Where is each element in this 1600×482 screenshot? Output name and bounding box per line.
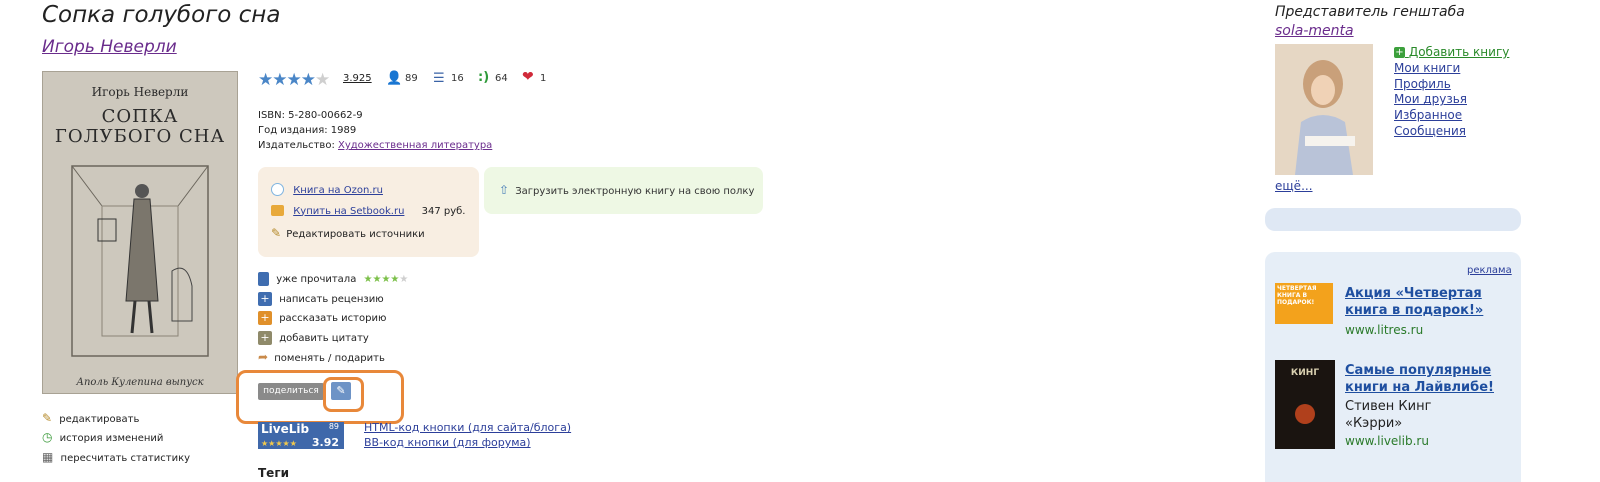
setbook-price: 347 руб. xyxy=(421,205,466,217)
book-icon xyxy=(258,272,269,286)
isbn: ISBN: 5-280-00662-9 xyxy=(258,110,363,121)
my-books-link[interactable]: Мои книги xyxy=(1394,61,1509,77)
ad-thumb-text: ЧЕТВЕРТАЯ КНИГА В ПОДАРОК! xyxy=(1277,285,1317,306)
edit-sources-row[interactable]: ✎ Редактировать источники xyxy=(271,226,425,240)
cover-publisher: Аполь Кулепина выпуск xyxy=(76,377,204,388)
publisher-link[interactable]: Художественная литература xyxy=(338,140,492,151)
setbook-link[interactable]: Купить на Setbook.ru xyxy=(293,206,404,217)
setbook-row[interactable]: Купить на Setbook.ru 347 руб. xyxy=(271,205,466,217)
publisher-label: Издательство: xyxy=(258,140,335,151)
plus-icon: + xyxy=(1394,47,1405,58)
avatar[interactable] xyxy=(1275,44,1373,175)
html-code-link[interactable]: HTML-код кнопки (для сайта/блога) xyxy=(364,421,571,434)
ozon-link[interactable]: Книга на Ozon.ru xyxy=(293,185,383,196)
read-status-row[interactable]: уже прочитала ★★★★★ xyxy=(258,272,408,286)
calculator-icon: ▦ xyxy=(42,450,54,464)
rating-value[interactable]: 3.925 xyxy=(343,73,372,84)
ad-url[interactable]: www.litres.ru xyxy=(1345,323,1423,337)
ad-title[interactable]: Самые популярные книги на Лайвлибе! xyxy=(1345,362,1513,396)
likes-count: 1 xyxy=(540,73,547,84)
readers-icon: 👤 xyxy=(386,71,403,86)
recount-row[interactable]: ▦ пересчитать статистику xyxy=(42,450,190,464)
cover-illustration xyxy=(71,165,209,357)
profile-link[interactable]: Профиль xyxy=(1394,77,1509,93)
messages-link[interactable]: Сообщения xyxy=(1394,124,1509,140)
livelib-badge-score: 3.92 xyxy=(311,436,339,449)
ad-thumb-litres[interactable]: ЧЕТВЕРТАЯ КНИГА В ПОДАРОК! xyxy=(1275,283,1333,324)
tell-story-row[interactable]: + рассказать историю xyxy=(258,311,386,325)
history-icon: ◷ xyxy=(42,430,53,444)
upload-row[interactable]: ⇧ Загрузить электронную книгу на свою по… xyxy=(499,183,754,197)
edit-sources-label[interactable]: Редактировать источники xyxy=(286,229,424,240)
ad-thumb-text: КИНГ xyxy=(1290,368,1320,378)
heart-icon: ❤ xyxy=(522,69,534,85)
edit-book-label[interactable]: редактировать xyxy=(59,414,139,425)
ads-label[interactable]: реклама xyxy=(1467,265,1512,276)
pencil-icon: ✎ xyxy=(42,411,53,425)
more-link[interactable]: ещё... xyxy=(1275,179,1313,193)
smile-icon: :) xyxy=(478,70,490,85)
smiles-count: 64 xyxy=(495,73,508,84)
ozon-row[interactable]: Книга на Ozon.ru xyxy=(271,183,383,196)
ad-thumb-livelib[interactable]: КИНГ xyxy=(1275,360,1335,449)
livelib-badge-stars: ★★★★★ xyxy=(261,439,297,448)
plus-icon: + xyxy=(258,311,272,325)
history-row[interactable]: ◷ история изменений xyxy=(42,430,163,444)
add-book-link[interactable]: + Добавить книгу xyxy=(1394,45,1509,61)
sidebar-bar xyxy=(1265,208,1521,231)
ozon-icon xyxy=(271,183,284,196)
year: Год издания: 1989 xyxy=(258,125,357,136)
my-friends-link[interactable]: Мои друзья xyxy=(1394,92,1509,108)
tags-heading: Теги xyxy=(258,466,290,480)
highlight-box-inner xyxy=(323,377,364,412)
plus-icon: + xyxy=(258,331,272,345)
highlight-box xyxy=(236,370,404,424)
pencil-icon: ✎ xyxy=(271,226,282,240)
avatar-image xyxy=(1275,44,1373,175)
ad-url[interactable]: www.livelib.ru xyxy=(1345,434,1429,448)
swap-row[interactable]: ➦ поменять / подарить xyxy=(258,350,385,364)
ad-text: Стивен Кинг «Кэрри» xyxy=(1345,399,1432,431)
book-cover: Игорь Неверли СОПКА ГОЛУБОГО СНА Аполь К… xyxy=(42,71,238,394)
rating-stars[interactable]: ★★★★★ xyxy=(258,70,330,90)
ad-title[interactable]: Акция «Четвертая книга в подарок!» xyxy=(1345,285,1513,319)
user-rating-stars[interactable]: ★★★★★ xyxy=(364,274,409,285)
livelib-badge-count: 89 xyxy=(328,422,339,431)
publisher-row: Издательство: Художественная литература xyxy=(258,140,492,151)
recount-label[interactable]: пересчитать статистику xyxy=(61,453,191,464)
plus-icon: + xyxy=(258,292,272,306)
representative-label: Представитель генштаба xyxy=(1275,4,1465,20)
signpost-icon: ➦ xyxy=(258,350,269,364)
lists-count: 16 xyxy=(451,73,464,84)
livelib-badge[interactable]: LiveLib 89 ★★★★★ 3.92 xyxy=(258,422,344,449)
swap-label[interactable]: поменять / подарить xyxy=(274,353,385,364)
add-book-label[interactable]: Добавить книгу xyxy=(1409,45,1510,59)
add-quote-label[interactable]: добавить цитату xyxy=(279,333,369,344)
read-status-label[interactable]: уже прочитала xyxy=(276,274,356,285)
ad-thumb-glow xyxy=(1295,404,1315,424)
tell-story-label[interactable]: рассказать историю xyxy=(279,313,386,324)
edit-book-row[interactable]: ✎ редактировать xyxy=(42,411,139,425)
setbook-icon xyxy=(271,205,284,216)
write-review-row[interactable]: + написать рецензию xyxy=(258,292,384,306)
upload-label[interactable]: Загрузить электронную книгу на свою полк… xyxy=(515,186,754,197)
upload-icon: ⇧ xyxy=(499,183,510,197)
bb-code-link[interactable]: BB-код кнопки (для форума) xyxy=(364,436,531,449)
readers-count: 89 xyxy=(405,73,418,84)
author-link[interactable]: Игорь Неверли xyxy=(42,37,177,57)
livelib-badge-name: LiveLib xyxy=(261,422,310,436)
list-icon: ☰ xyxy=(433,71,445,86)
write-review-label[interactable]: написать рецензию xyxy=(279,294,383,305)
add-quote-row[interactable]: + добавить цитату xyxy=(258,331,369,345)
book-title: Сопка голубого сна xyxy=(42,2,281,28)
favorites-link[interactable]: Избранное xyxy=(1394,108,1509,124)
username-link[interactable]: sola-menta xyxy=(1275,23,1354,39)
user-menu: + Добавить книгу Мои книги Профиль Мои д… xyxy=(1394,45,1509,140)
history-label[interactable]: история изменений xyxy=(60,433,164,444)
